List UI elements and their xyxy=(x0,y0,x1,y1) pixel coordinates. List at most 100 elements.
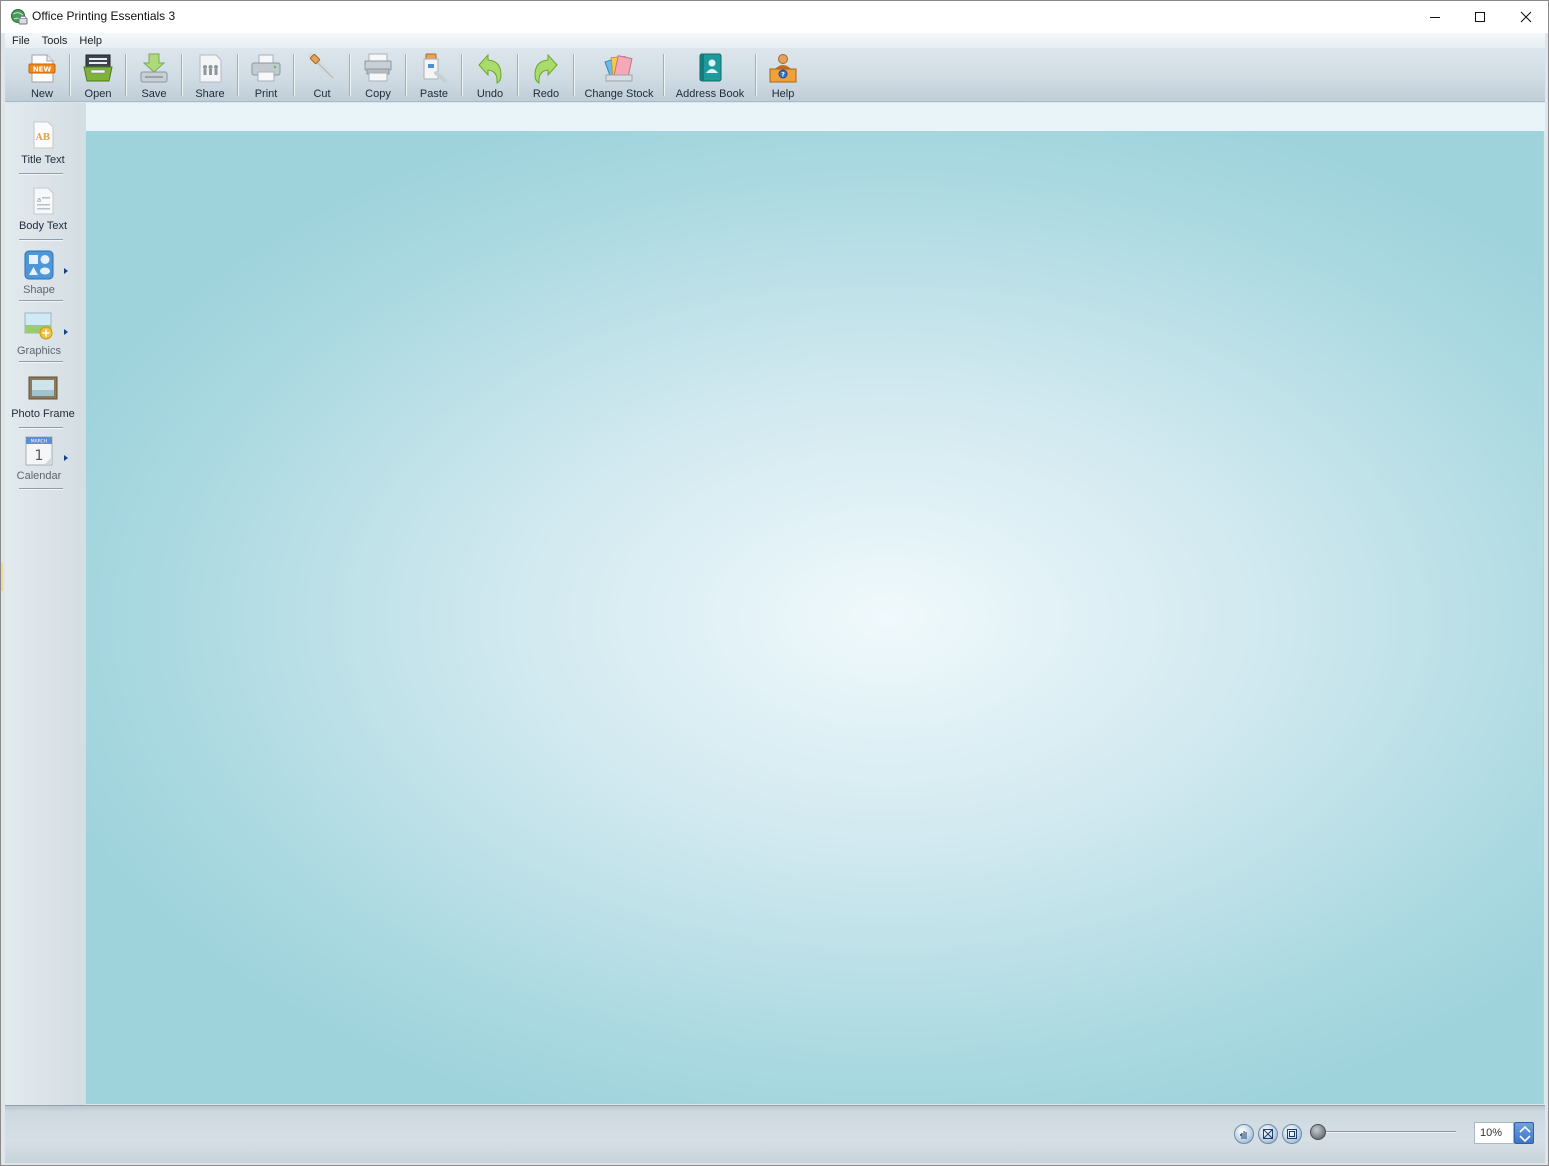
printer-icon xyxy=(249,51,283,85)
graphics-submenu-arrow-icon[interactable] xyxy=(63,328,69,336)
design-canvas[interactable] xyxy=(86,131,1544,1104)
save-label: Save xyxy=(141,88,167,100)
workspace-header-strip xyxy=(86,103,1545,131)
palette-divider xyxy=(19,488,63,489)
svg-text:a: a xyxy=(37,196,41,204)
new-label: New xyxy=(30,88,53,100)
object-palette: AB Title Text a Body Text Shape Graphics… xyxy=(5,103,86,1106)
share-icon xyxy=(193,51,227,85)
paper-stock-icon xyxy=(602,51,636,85)
fit-page-icon[interactable] xyxy=(1258,1124,1278,1144)
toolbar-divider xyxy=(181,54,182,96)
help-label: Help xyxy=(771,88,795,100)
palette-divider xyxy=(19,361,63,362)
address-book-icon xyxy=(693,51,727,85)
address-book-button[interactable]: Address Book xyxy=(675,48,745,102)
palette-divider xyxy=(19,173,63,174)
title-text-tool[interactable]: AB Title Text xyxy=(5,119,81,166)
share-label: Share xyxy=(195,88,225,100)
zoom-slider-track[interactable] xyxy=(1314,1131,1456,1133)
actual-size-icon[interactable] xyxy=(1282,1124,1302,1144)
globe-printer-icon xyxy=(10,8,28,26)
toolbar-divider xyxy=(573,54,574,96)
zoom-spinner[interactable] xyxy=(1514,1122,1534,1144)
body-text-icon: a xyxy=(27,185,59,217)
copy-label: Copy xyxy=(365,88,391,100)
toolbar-divider xyxy=(517,54,518,96)
photo-frame-icon xyxy=(27,373,59,405)
svg-text:MARCH: MARCH xyxy=(31,439,47,445)
zoom-slider-thumb[interactable] xyxy=(1310,1124,1326,1140)
toolbar-divider xyxy=(405,54,406,96)
shape-icon xyxy=(23,249,55,281)
title-text-icon: AB xyxy=(27,119,59,151)
window-edge-marker xyxy=(1,563,3,591)
calendar-icon: MARCH 1 xyxy=(23,435,55,467)
menu-bar: File Tools Help xyxy=(5,33,1545,49)
pan-hand-icon[interactable] xyxy=(1234,1124,1254,1144)
undo-label: Undo xyxy=(476,88,504,100)
toolbar-divider xyxy=(663,54,664,96)
change-stock-label: Change Stock xyxy=(584,88,654,100)
menu-help[interactable]: Help xyxy=(73,33,108,49)
help-desk-icon: ? xyxy=(766,51,800,85)
undo-button[interactable]: Undo xyxy=(473,48,507,102)
paste-icon xyxy=(417,51,451,85)
maximize-button[interactable] xyxy=(1457,1,1503,33)
copy-button[interactable]: Copy xyxy=(361,48,395,102)
save-button[interactable]: Save xyxy=(137,48,171,102)
paste-label: Paste xyxy=(419,88,449,100)
cut-icon xyxy=(305,51,339,85)
calendar-submenu-arrow-icon[interactable] xyxy=(63,454,69,462)
shape-submenu-arrow-icon[interactable] xyxy=(63,267,69,275)
new-button[interactable]: NEW New xyxy=(25,48,59,102)
save-icon xyxy=(137,51,171,85)
window-title: Office Printing Essentials 3 xyxy=(32,9,176,23)
redo-icon xyxy=(529,51,563,85)
title-bar[interactable]: Office Printing Essentials 3 xyxy=(1,1,1548,33)
svg-text:NEW: NEW xyxy=(33,66,52,74)
new-document-icon: NEW xyxy=(25,51,59,85)
help-button[interactable]: ? Help xyxy=(766,48,800,102)
svg-text:1: 1 xyxy=(35,448,44,464)
toolbar-divider xyxy=(349,54,350,96)
palette-divider xyxy=(19,239,63,240)
open-folder-icon xyxy=(81,51,115,85)
open-label: Open xyxy=(84,88,112,100)
open-button[interactable]: Open xyxy=(81,48,115,102)
toolbar-divider xyxy=(69,54,70,96)
zoom-value-field[interactable]: 10% xyxy=(1474,1122,1514,1144)
undo-icon xyxy=(473,51,507,85)
body-text-tool[interactable]: a Body Text xyxy=(5,185,81,232)
shape-label: Shape xyxy=(23,284,55,296)
redo-label: Redo xyxy=(532,88,560,100)
app-window: Office Printing Essentials 3 File Tools … xyxy=(0,0,1549,1166)
print-button[interactable]: Print xyxy=(249,48,283,102)
title-text-label: Title Text xyxy=(21,154,65,166)
print-label: Print xyxy=(254,88,278,100)
minimize-button[interactable] xyxy=(1412,1,1458,33)
menu-tools[interactable]: Tools xyxy=(36,33,74,49)
body-text-label: Body Text xyxy=(18,220,68,232)
toolbar-divider xyxy=(237,54,238,96)
toolbar-divider xyxy=(755,54,756,96)
change-stock-button[interactable]: Change Stock xyxy=(584,48,654,102)
toolbar-divider xyxy=(293,54,294,96)
paste-button[interactable]: Paste xyxy=(417,48,451,102)
cut-button[interactable]: Cut xyxy=(305,48,339,102)
menu-file[interactable]: File xyxy=(5,33,36,49)
photo-frame-tool[interactable]: Photo Frame xyxy=(5,373,81,420)
calendar-label: Calendar xyxy=(16,470,62,482)
graphics-label: Graphics xyxy=(16,345,62,357)
palette-divider xyxy=(19,300,63,301)
share-button[interactable]: Share xyxy=(193,48,227,102)
graphics-icon xyxy=(23,310,55,342)
close-button[interactable] xyxy=(1503,1,1549,33)
main-toolbar: NEW New Open Save Share Print Cut Copy P… xyxy=(5,48,1545,102)
redo-button[interactable]: Redo xyxy=(529,48,563,102)
toolbar-divider xyxy=(461,54,462,96)
toolbar-divider xyxy=(125,54,126,96)
cut-label: Cut xyxy=(313,88,331,100)
palette-divider xyxy=(19,427,63,428)
photo-frame-label: Photo Frame xyxy=(11,408,75,420)
